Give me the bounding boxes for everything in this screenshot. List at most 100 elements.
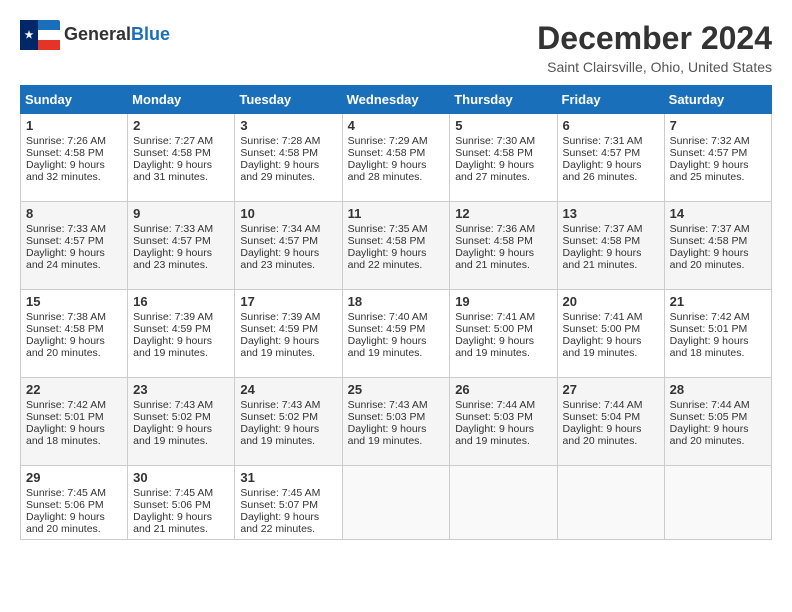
day-number: 3: [240, 118, 336, 133]
sunset-text: Sunset: 4:58 PM: [455, 235, 533, 247]
calendar-cell: 26 Sunrise: 7:44 AMSunset: 5:03 PMDayligh…: [450, 378, 557, 466]
sunrise-text: Sunrise: 7:38 AM: [26, 311, 106, 323]
calendar-cell: 23Sunrise: 7:43 AMSunset: 5:02 PMDayligh…: [128, 378, 235, 466]
sunset-text: Sunset: 4:58 PM: [348, 147, 426, 159]
sunset-text: Sunset: 5:02 PM: [133, 411, 211, 423]
calendar-cell: 25Sunrise: 7:43 AMSunset: 5:03 PMDayligh…: [342, 378, 450, 466]
day-number: 6: [563, 118, 659, 133]
logo-blue: Blue: [131, 24, 170, 44]
sunrise-text: Sunrise: 7:37 AM: [670, 223, 750, 235]
calendar-cell: [342, 466, 450, 540]
sunset-text: Sunset: 4:58 PM: [26, 147, 104, 159]
calendar-cell: 30Sunrise: 7:45 AMSunset: 5:06 PMDayligh…: [128, 466, 235, 540]
calendar-cell: 10Sunrise: 7:34 AMSunset: 4:57 PMDayligh…: [235, 202, 342, 290]
day-number: 14: [670, 206, 766, 221]
day-number: 28: [670, 382, 766, 397]
calendar-body: 1Sunrise: 7:26 AMSunset: 4:58 PMDaylight…: [21, 114, 772, 540]
day-number: 13: [563, 206, 659, 221]
calendar-cell: 11Sunrise: 7:35 AMSunset: 4:58 PMDayligh…: [342, 202, 450, 290]
daylight-text: Daylight: 9 hours and 31 minutes.: [133, 159, 212, 183]
calendar-cell: 17Sunrise: 7:39 AMSunset: 4:59 PMDayligh…: [235, 290, 342, 378]
day-number: 27: [563, 382, 659, 397]
calendar-cell: 8Sunrise: 7:33 AMSunset: 4:57 PMDaylight…: [21, 202, 128, 290]
calendar-cell: 1Sunrise: 7:26 AMSunset: 4:58 PMDaylight…: [21, 114, 128, 202]
daylight-text: Daylight: 9 hours and 28 minutes.: [348, 159, 427, 183]
day-number: 22: [26, 382, 122, 397]
daylight-text: Daylight: 9 hours and 21 minutes.: [133, 511, 212, 535]
weekday-header-tuesday: Tuesday: [235, 86, 342, 114]
sunset-text: Sunset: 5:01 PM: [26, 411, 104, 423]
daylight-text: Daylight: 9 hours and 19 minutes.: [240, 335, 319, 359]
daylight-text: Daylight: 9 hours and 19 minutes.: [133, 423, 212, 447]
calendar-cell: 6Sunrise: 7:31 AMSunset: 4:57 PMDaylight…: [557, 114, 664, 202]
calendar-cell: 22Sunrise: 7:42 AMSunset: 5:01 PMDayligh…: [21, 378, 128, 466]
sunset-text: Sunset: 5:00 PM: [563, 323, 641, 335]
daylight-text: Daylight: 9 hours and 20 minutes.: [26, 335, 105, 359]
sunrise-text: Sunrise: 7:45 AM: [133, 487, 213, 499]
sunrise-text: Sunrise: 7:44 AM: [455, 399, 535, 411]
logo-general: General: [64, 24, 131, 44]
day-number: 5: [455, 118, 551, 133]
sunset-text: Sunset: 5:01 PM: [670, 323, 748, 335]
daylight-text: Daylight: 9 hours and 21 minutes.: [563, 247, 642, 271]
sunrise-text: Sunrise: 7:26 AM: [26, 135, 106, 147]
sunrise-text: Sunrise: 7:32 AM: [670, 135, 750, 147]
day-number: 29: [26, 470, 122, 485]
sunrise-text: Sunrise: 7:31 AM: [563, 135, 643, 147]
sunrise-text: Sunrise: 7:30 AM: [455, 135, 535, 147]
daylight-text: Daylight: 9 hours and 19 minutes.: [455, 423, 534, 447]
calendar-cell: 7 Sunrise: 7:32 AMSunset: 4:57 PMDaylight…: [664, 114, 771, 202]
location: Saint Clairsville, Ohio, United States: [537, 59, 772, 75]
daylight-text: Daylight: 9 hours and 18 minutes.: [26, 423, 105, 447]
sunset-text: Sunset: 4:58 PM: [133, 147, 211, 159]
daylight-text: Daylight: 9 hours and 19 minutes.: [240, 423, 319, 447]
calendar-cell: 19Sunrise: 7:41 AMSunset: 5:00 PMDayligh…: [450, 290, 557, 378]
calendar-cell: [450, 466, 557, 540]
weekday-header-thursday: Thursday: [450, 86, 557, 114]
day-number: 2: [133, 118, 229, 133]
day-number: 1: [26, 118, 122, 133]
calendar-week-4: 22Sunrise: 7:42 AMSunset: 5:01 PMDayligh…: [21, 378, 772, 466]
month-title: December 2024: [537, 20, 772, 57]
sunset-text: Sunset: 5:03 PM: [348, 411, 426, 423]
sunrise-text: Sunrise: 7:44 AM: [563, 399, 643, 411]
sunrise-text: Sunrise: 7:45 AM: [240, 487, 320, 499]
calendar-cell: 2Sunrise: 7:27 AMSunset: 4:58 PMDaylight…: [128, 114, 235, 202]
sunset-text: Sunset: 4:59 PM: [348, 323, 426, 335]
calendar-cell: 16Sunrise: 7:39 AMSunset: 4:59 PMDayligh…: [128, 290, 235, 378]
calendar-week-3: 15Sunrise: 7:38 AMSunset: 4:58 PMDayligh…: [21, 290, 772, 378]
day-number: 20: [563, 294, 659, 309]
daylight-text: Daylight: 9 hours and 19 minutes.: [133, 335, 212, 359]
sunset-text: Sunset: 5:00 PM: [455, 323, 533, 335]
daylight-text: Daylight: 9 hours and 25 minutes.: [670, 159, 749, 183]
day-number: 23: [133, 382, 229, 397]
sunset-text: Sunset: 4:57 PM: [670, 147, 748, 159]
day-number: 18: [348, 294, 445, 309]
sunset-text: Sunset: 4:59 PM: [240, 323, 318, 335]
sunrise-text: Sunrise: 7:37 AM: [563, 223, 643, 235]
daylight-text: Daylight: 9 hours and 20 minutes.: [670, 247, 749, 271]
daylight-text: Daylight: 9 hours and 29 minutes.: [240, 159, 319, 183]
calendar-cell: 4Sunrise: 7:29 AMSunset: 4:58 PMDaylight…: [342, 114, 450, 202]
sunrise-text: Sunrise: 7:42 AM: [670, 311, 750, 323]
sunset-text: Sunset: 5:03 PM: [455, 411, 533, 423]
weekday-header-saturday: Saturday: [664, 86, 771, 114]
day-number: 11: [348, 206, 445, 221]
sunrise-text: Sunrise: 7:40 AM: [348, 311, 428, 323]
sunset-text: Sunset: 4:57 PM: [240, 235, 318, 247]
daylight-text: Daylight: 9 hours and 26 minutes.: [563, 159, 642, 183]
day-number: 25: [348, 382, 445, 397]
day-number: 8: [26, 206, 122, 221]
day-number: 7: [670, 118, 766, 133]
sunset-text: Sunset: 4:58 PM: [348, 235, 426, 247]
sunrise-text: Sunrise: 7:28 AM: [240, 135, 320, 147]
daylight-text: Daylight: 9 hours and 23 minutes.: [240, 247, 319, 271]
daylight-text: Daylight: 9 hours and 24 minutes.: [26, 247, 105, 271]
sunrise-text: Sunrise: 7:41 AM: [563, 311, 643, 323]
day-number: 26: [455, 382, 551, 397]
daylight-text: Daylight: 9 hours and 27 minutes.: [455, 159, 534, 183]
calendar-week-2: 8Sunrise: 7:33 AMSunset: 4:57 PMDaylight…: [21, 202, 772, 290]
calendar-cell: 15Sunrise: 7:38 AMSunset: 4:58 PMDayligh…: [21, 290, 128, 378]
day-number: 30: [133, 470, 229, 485]
day-number: 19: [455, 294, 551, 309]
